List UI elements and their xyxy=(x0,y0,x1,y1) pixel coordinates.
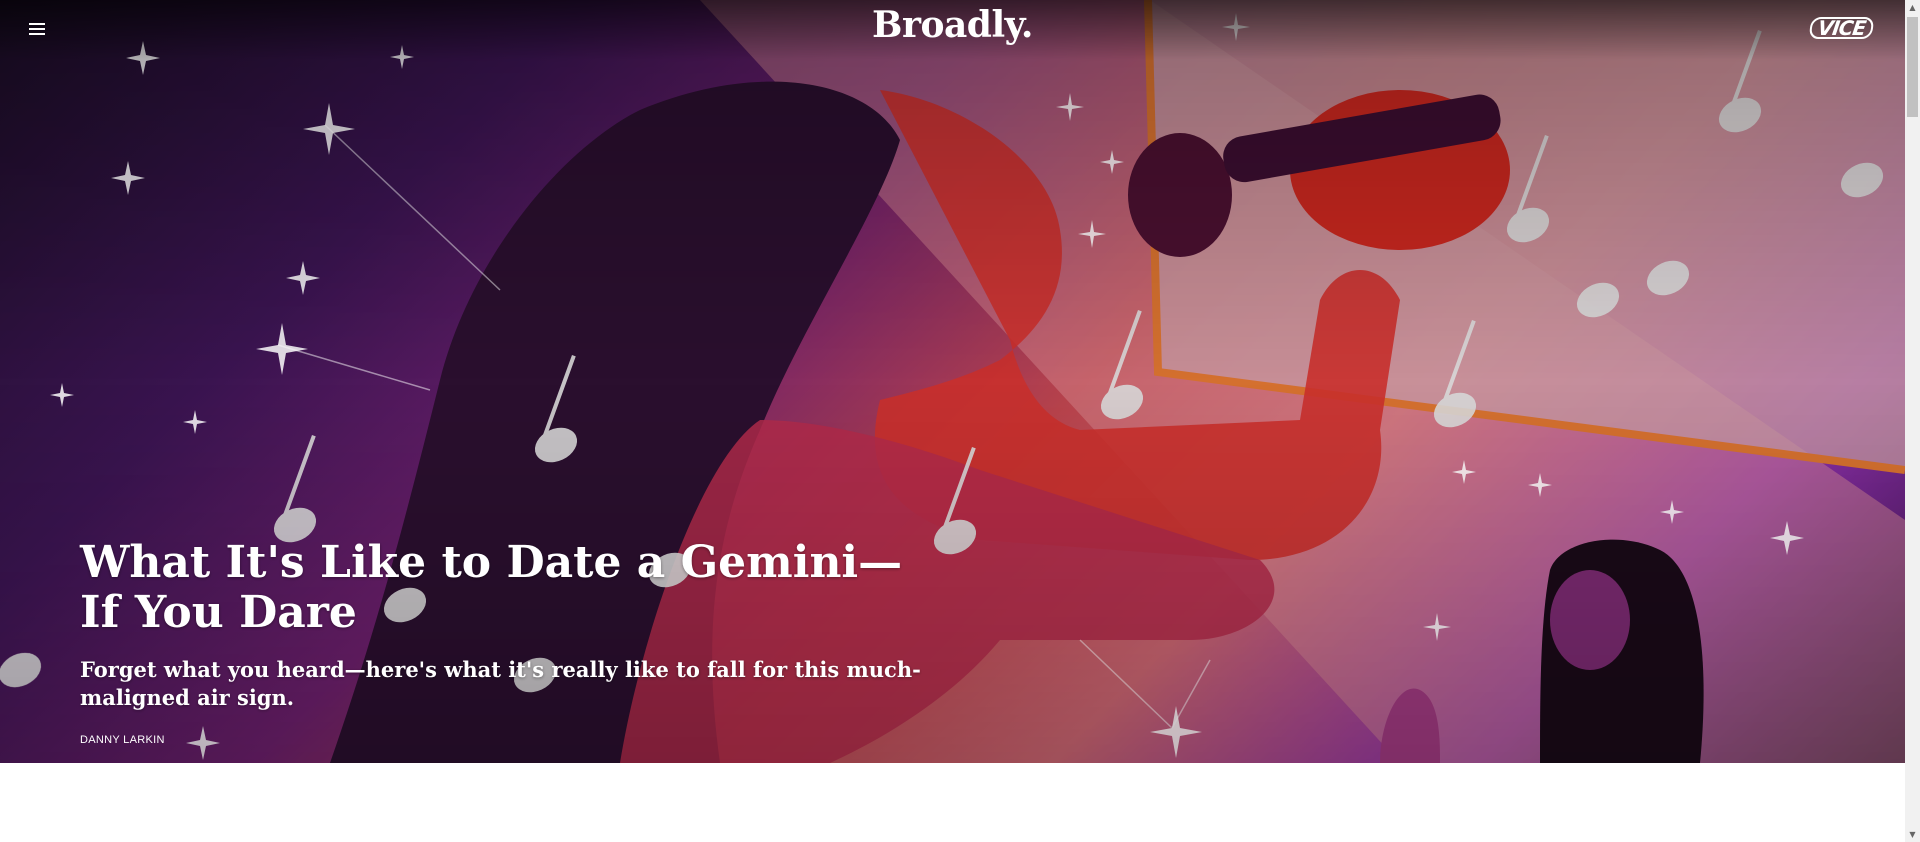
author-byline[interactable]: DANNY LARKIN xyxy=(80,734,980,746)
vertical-scrollbar[interactable]: ▲ ▼ xyxy=(1905,0,1920,842)
scroll-down-arrow-icon[interactable]: ▼ xyxy=(1905,827,1920,842)
scrollbar-thumb[interactable] xyxy=(1907,17,1918,117)
scroll-up-arrow-icon[interactable]: ▲ xyxy=(1905,0,1920,15)
hero-section: Broadly. VICE What It's Like to Date a G… xyxy=(0,0,1905,763)
vice-logo[interactable]: VICE xyxy=(1808,16,1875,40)
broadly-logo[interactable]: Broadly. xyxy=(0,4,1905,46)
top-navigation-bar: Broadly. VICE xyxy=(0,0,1905,60)
article-header: What It's Like to Date a Gemini—If You D… xyxy=(80,537,980,747)
article-dek: Forget what you heard—here's what it's r… xyxy=(80,657,921,710)
article-headline: What It's Like to Date a Gemini—If You D… xyxy=(80,537,903,638)
